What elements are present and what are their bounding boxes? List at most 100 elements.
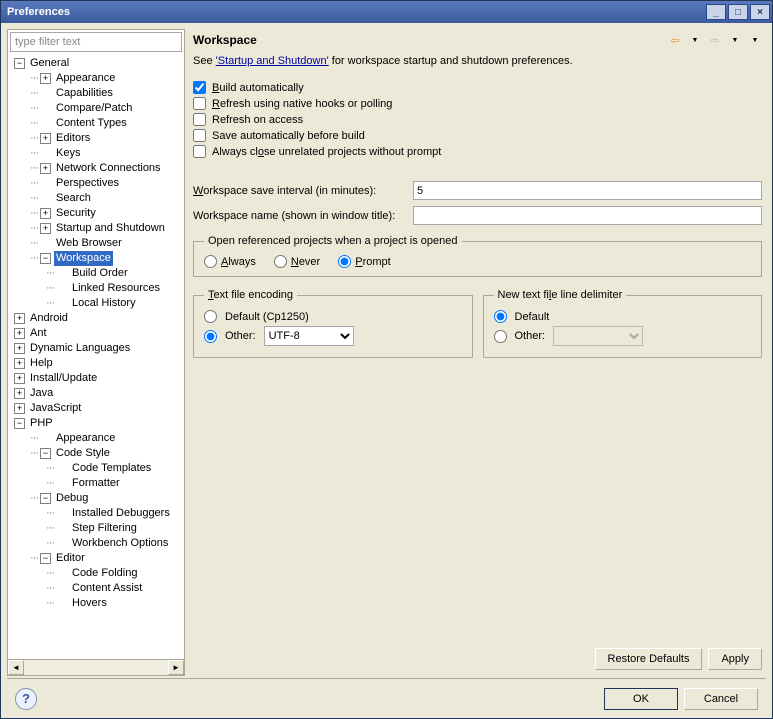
tree-expander-icon[interactable]: − (40, 553, 51, 564)
refresh-access-checkbox[interactable] (193, 113, 206, 126)
save-before-build-row: Save automatically before build (193, 129, 762, 142)
titlebar: Preferences _ □ × (1, 1, 772, 23)
tree-item[interactable]: ···−Workspace (10, 251, 184, 266)
tree-item[interactable]: ···−Editor (10, 551, 184, 566)
horizontal-scrollbar[interactable]: ◄ ► (8, 659, 184, 675)
tree-expander-icon[interactable]: + (14, 313, 25, 324)
tree-item[interactable]: ···Linked Resources (10, 281, 184, 296)
tree-expander-icon[interactable]: + (14, 343, 25, 354)
delimiter-default-radio[interactable] (494, 310, 507, 323)
forward-icon[interactable]: ⇨ (708, 33, 722, 47)
workspace-name-input[interactable] (413, 206, 762, 225)
tree-item-label: Debug (54, 491, 90, 506)
encoding-combo[interactable]: UTF-8 (264, 326, 354, 346)
window-title: Preferences (7, 6, 706, 18)
scroll-left-icon[interactable]: ◄ (8, 660, 24, 675)
tree-expander-icon[interactable]: + (40, 133, 51, 144)
delimiter-other-radio[interactable] (494, 330, 507, 343)
filter-input[interactable] (10, 32, 182, 52)
tree-item[interactable]: ···Build Order (10, 266, 184, 281)
tree-expander-icon[interactable]: − (40, 493, 51, 504)
scroll-right-icon[interactable]: ► (168, 660, 184, 675)
tree-item[interactable]: ···Hovers (10, 596, 184, 611)
tree-item-label: JavaScript (28, 401, 83, 416)
tree-item[interactable]: ···−Debug (10, 491, 184, 506)
build-automatically-label: Build automatically (212, 82, 304, 94)
tree-expander-icon[interactable]: − (40, 253, 51, 264)
tree-item[interactable]: ···Local History (10, 296, 184, 311)
tree-expander-icon[interactable]: + (14, 328, 25, 339)
refresh-native-checkbox[interactable] (193, 97, 206, 110)
tree-item[interactable]: ···+Security (10, 206, 184, 221)
close-button[interactable]: × (750, 4, 770, 20)
save-before-build-checkbox[interactable] (193, 129, 206, 142)
tree-item[interactable]: ···Compare/Patch (10, 101, 184, 116)
tree-item[interactable]: −General (10, 56, 184, 71)
back-icon[interactable]: ⇦ (668, 33, 682, 47)
tree-expander-icon[interactable]: − (14, 58, 25, 69)
tree-expander-icon[interactable]: + (14, 403, 25, 414)
build-automatically-checkbox[interactable] (193, 81, 206, 94)
tree-item[interactable]: ···+Startup and Shutdown (10, 221, 184, 236)
tree-scroll[interactable]: −General···+Appearance···Capabilities···… (8, 54, 184, 659)
tree-expander-icon[interactable]: + (14, 388, 25, 399)
refresh-access-label: Refresh on access (212, 114, 303, 126)
startup-shutdown-link[interactable]: 'Startup and Shutdown' (216, 55, 329, 67)
tree-item[interactable]: ···+Network Connections (10, 161, 184, 176)
tree-item[interactable]: ···Capabilities (10, 86, 184, 101)
open-ref-always-radio[interactable] (204, 255, 217, 268)
tree-item[interactable]: −PHP (10, 416, 184, 431)
tree-item[interactable]: ···Workbench Options (10, 536, 184, 551)
tree-item[interactable]: ···Code Templates (10, 461, 184, 476)
encoding-default-radio[interactable] (204, 310, 217, 323)
tree-item[interactable]: ···Content Types (10, 116, 184, 131)
tree-expander-icon[interactable]: + (40, 163, 51, 174)
tree-item[interactable]: +Help (10, 356, 184, 371)
tree-item[interactable]: ···Search (10, 191, 184, 206)
tree-expander-icon[interactable]: + (14, 373, 25, 384)
tree-item[interactable]: ···Content Assist (10, 581, 184, 596)
maximize-button[interactable]: □ (728, 4, 748, 20)
minimize-button[interactable]: _ (706, 4, 726, 20)
open-ref-prompt-radio[interactable] (338, 255, 351, 268)
cancel-button[interactable]: Cancel (684, 688, 758, 710)
tree-expander-icon[interactable]: + (40, 223, 51, 234)
restore-defaults-button[interactable]: Restore Defaults (595, 648, 703, 670)
tree-item[interactable]: ···+Appearance (10, 71, 184, 86)
tree-item[interactable]: ···Step Filtering (10, 521, 184, 536)
encoding-other-radio[interactable] (204, 330, 217, 343)
menu-icon[interactable]: ▼ (748, 33, 762, 47)
tree-item[interactable]: ···Web Browser (10, 236, 184, 251)
tree-expander-icon[interactable]: − (14, 418, 25, 429)
tree-item[interactable]: ···Perspectives (10, 176, 184, 191)
close-unrelated-checkbox[interactable] (193, 145, 206, 158)
tree-item[interactable]: +Dynamic Languages (10, 341, 184, 356)
tree-item[interactable]: ···Keys (10, 146, 184, 161)
tree-expander-icon[interactable]: + (40, 208, 51, 219)
apply-button[interactable]: Apply (708, 648, 762, 670)
tree-expander-icon[interactable]: + (40, 73, 51, 84)
tree-item[interactable]: +Android (10, 311, 184, 326)
tree-item[interactable]: +JavaScript (10, 401, 184, 416)
tree-item[interactable]: ···−Code Style (10, 446, 184, 461)
open-ref-never-radio[interactable] (274, 255, 287, 268)
delimiter-combo[interactable] (553, 326, 643, 346)
save-interval-input[interactable] (413, 181, 762, 200)
tree-expander-icon[interactable]: − (40, 448, 51, 459)
tree-item[interactable]: +Ant (10, 326, 184, 341)
tree-item-label: Network Connections (54, 161, 163, 176)
tree-expander-icon[interactable]: + (14, 358, 25, 369)
tree-item[interactable]: ···Code Folding (10, 566, 184, 581)
ok-button[interactable]: OK (604, 688, 678, 710)
tree-item[interactable]: ···Installed Debuggers (10, 506, 184, 521)
tree-item-label: Perspectives (54, 176, 121, 191)
tree-item[interactable]: ···Appearance (10, 431, 184, 446)
dropdown-back-icon[interactable]: ▼ (688, 33, 702, 47)
dropdown-fwd-icon[interactable]: ▼ (728, 33, 742, 47)
help-icon[interactable]: ? (15, 688, 37, 710)
tree-item[interactable]: ···Formatter (10, 476, 184, 491)
tree-item[interactable]: +Java (10, 386, 184, 401)
tree-item[interactable]: +Install/Update (10, 371, 184, 386)
tree-item-label: Code Folding (70, 566, 139, 581)
tree-item[interactable]: ···+Editors (10, 131, 184, 146)
